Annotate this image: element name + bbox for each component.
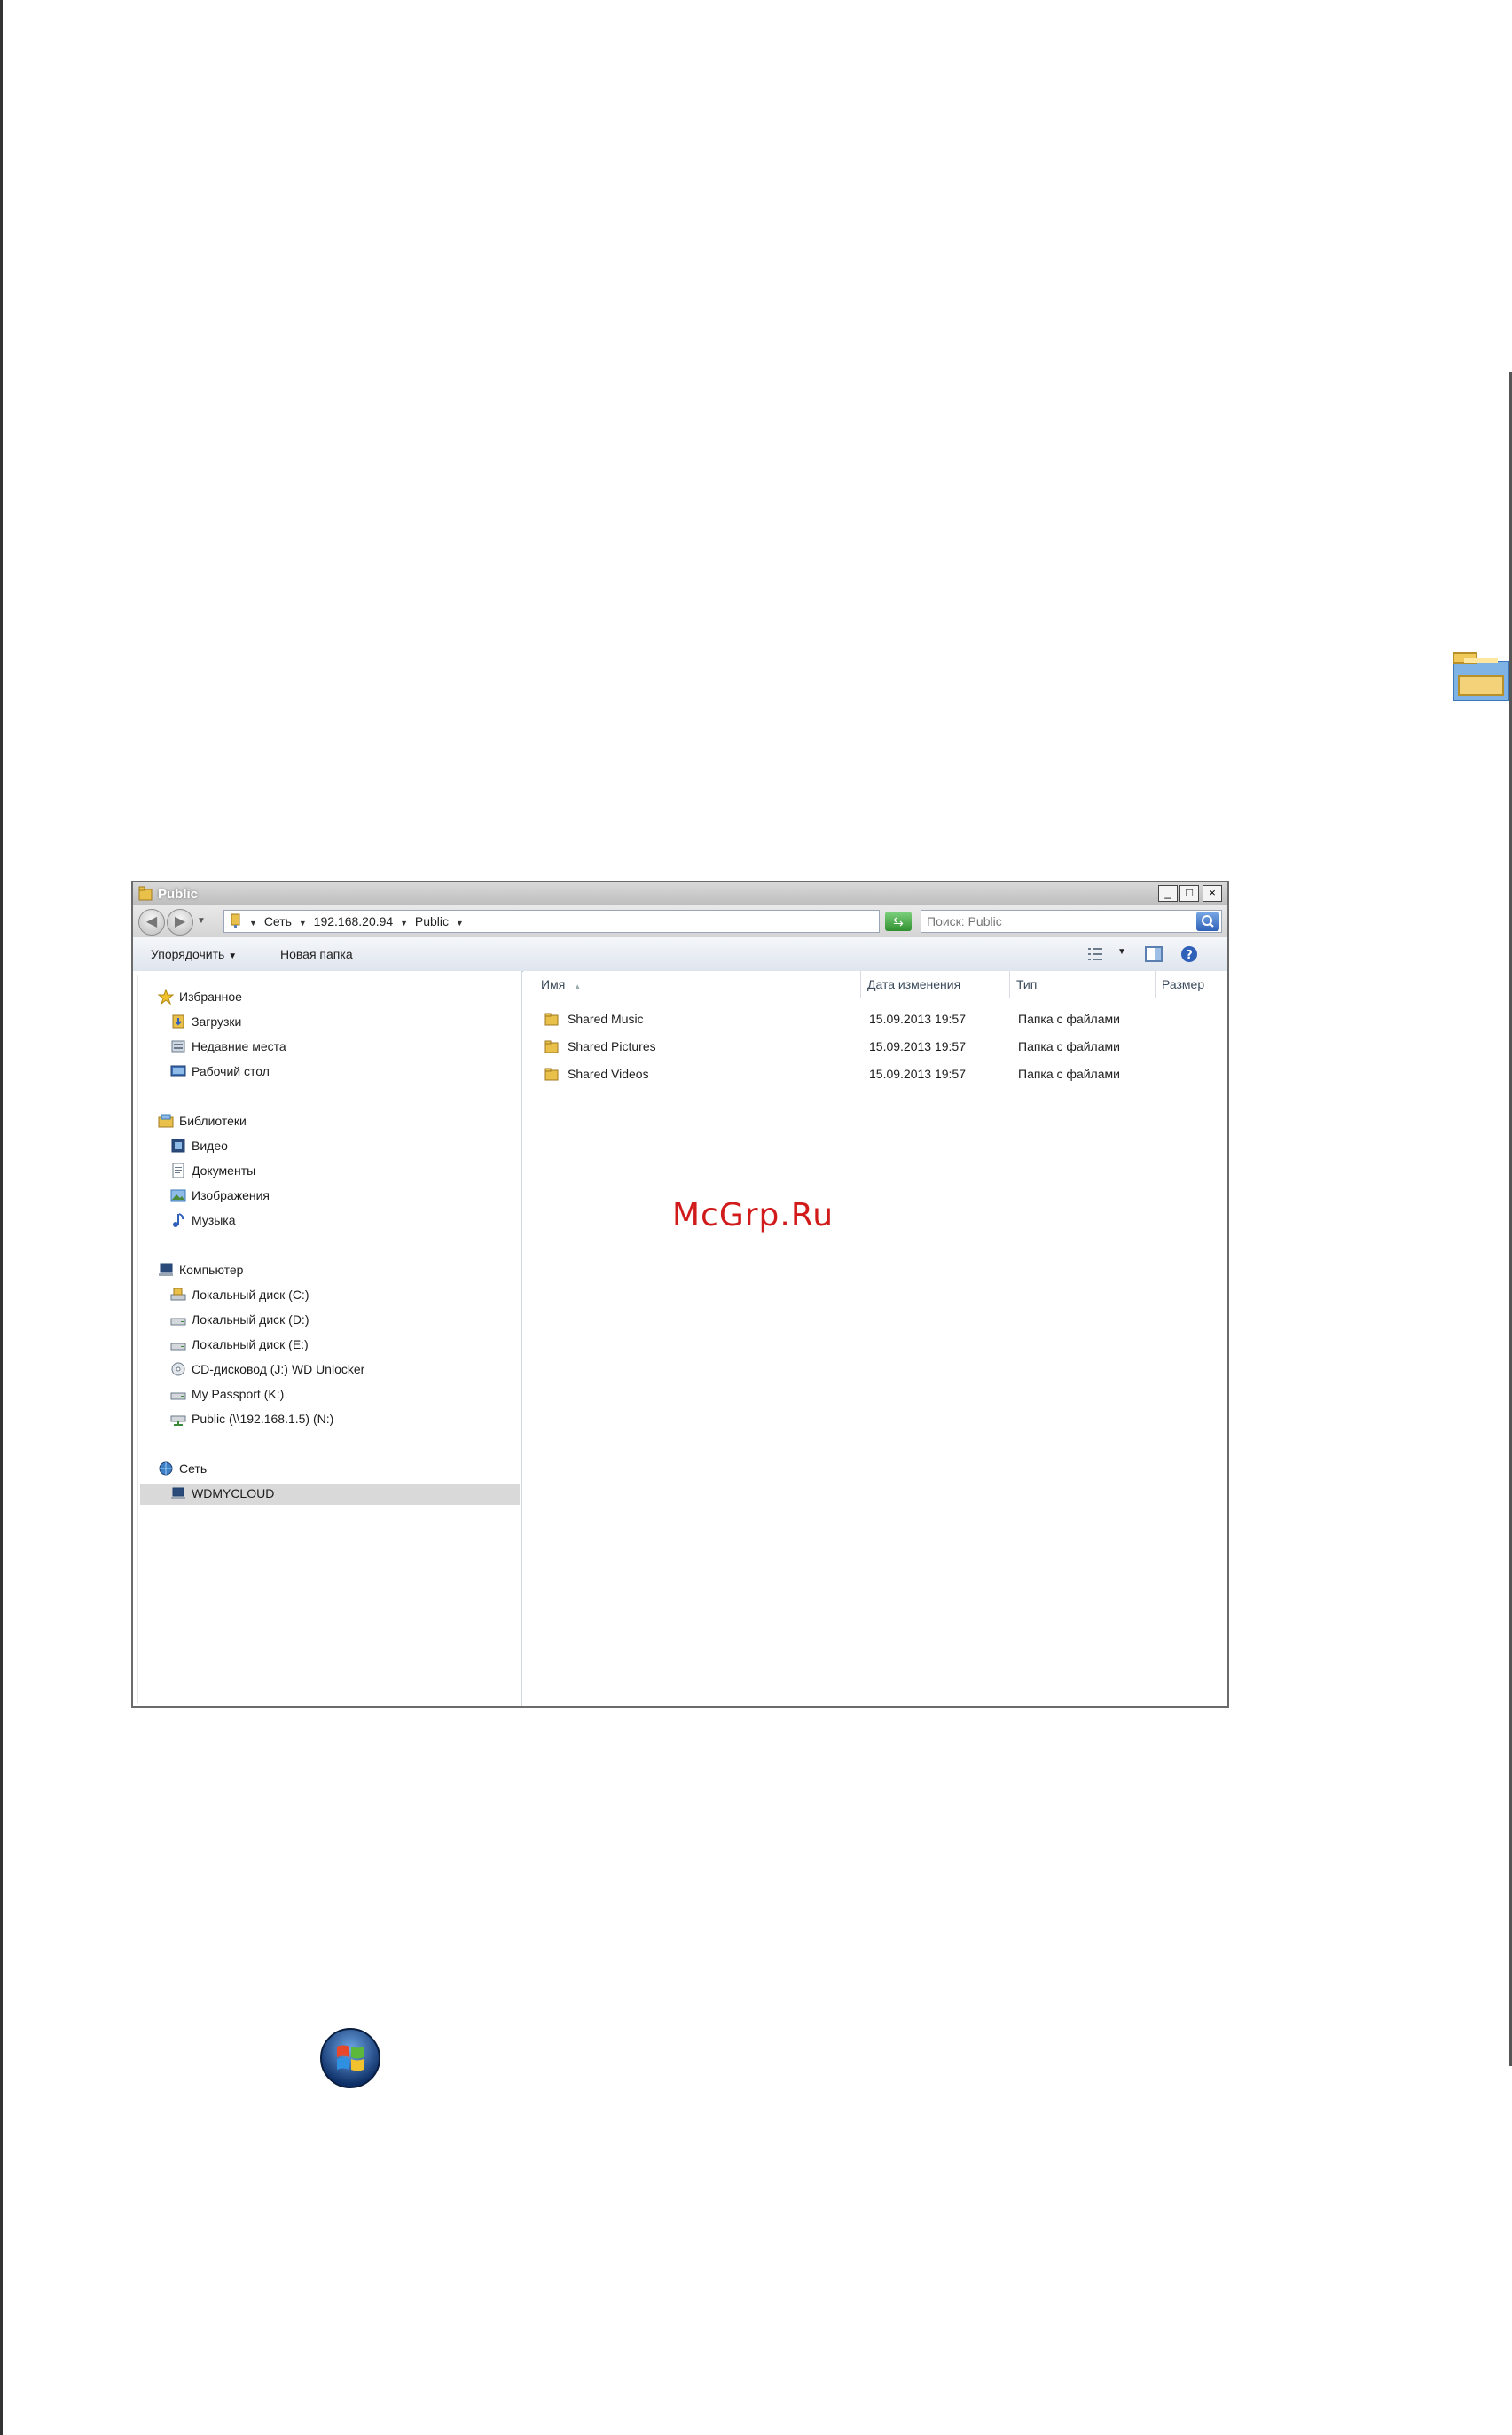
nav-item-recent-places[interactable]: Недавние места [170,1037,513,1058]
network-icon [159,1461,173,1476]
nav-item-desktop[interactable]: Рабочий стол [170,1061,513,1083]
pictures-icon [170,1189,186,1202]
help-icon[interactable]: ? [1179,944,1199,964]
file-row-shared-pictures[interactable]: Shared Pictures 15.09.2013 19:57 Папка с… [523,1034,1227,1061]
windows-start-icon [320,2028,380,2088]
view-options-icon[interactable] [1085,944,1105,964]
file-row-shared-videos[interactable]: Shared Videos 15.09.2013 19:57 Папка с ф… [523,1061,1227,1088]
nav-item-cd-drive-j[interactable]: CD-дисковод (J:) WD Unlocker [170,1359,513,1381]
navigation-pane: Избранное Загрузки Недавние места Рабочи… [133,971,522,1706]
network-share-icon [231,913,240,928]
file-list-pane: Имя ▲ Дата изменения Тип Размер Shared Mu… [523,971,1227,1706]
nav-item-downloads[interactable]: Загрузки [170,1012,513,1033]
maximize-button[interactable]: □ [1179,885,1199,902]
nav-item-video[interactable]: Видео [170,1136,513,1157]
column-date-modified[interactable]: Дата изменения [867,977,960,991]
close-button[interactable]: × [1203,885,1222,902]
column-size[interactable]: Размер [1162,977,1204,991]
column-separator[interactable] [1009,971,1010,998]
network-folder-icon [1453,652,1509,701]
nav-item-wdmycloud[interactable]: WDMYCLOUD [140,1484,520,1505]
nav-item-public-n[interactable]: Public (\\192.168.1.5) (N:) [170,1409,513,1430]
nav-group-favorites[interactable]: Избранное [158,987,513,1008]
nav-group-libraries[interactable]: Библиотеки [158,1111,513,1132]
breadcrumb-item-host[interactable]: 192.168.20.94 [314,914,394,928]
documents-icon [172,1163,184,1178]
minimize-button[interactable]: _ [1158,885,1178,902]
column-type[interactable]: Тип [1016,977,1037,991]
breadcrumb[interactable]: ▼ Сеть ▼ 192.168.20.94 ▼ Public ▼ ▼ [223,910,960,933]
column-name[interactable]: Имя ▲ [541,977,581,991]
drive-icon [170,1343,186,1351]
nav-item-music[interactable]: Музыка [170,1210,513,1232]
preview-pane-icon[interactable] [1144,944,1163,964]
music-icon [173,1213,184,1227]
computer-icon [159,1263,173,1276]
address-bar: ◀ ▶ ▼ ▼ Сеть ▼ 192.168.20.94 ▼ Public ▼ … [133,905,1227,938]
folder-icon [544,1013,559,1026]
explorer-window: Public _ □ × ◀ ▶ ▼ ▼ Сеть ▼ 192.168.20.9… [131,881,1229,1708]
history-dropdown-icon[interactable]: ▼ [197,916,206,926]
breadcrumb-path: ▼ Сеть ▼ 192.168.20.94 ▼ Public ▼ [249,914,467,928]
network-device-icon [171,1487,185,1499]
folder-icon [544,1040,559,1053]
nav-item-drive-d[interactable]: Локальный диск (D:) [170,1310,513,1331]
view-dropdown-icon[interactable]: ▼ [1117,947,1126,967]
folder-icon [544,1068,559,1081]
chevron-right-icon[interactable]: ▼ [400,919,408,928]
nav-item-pictures[interactable]: Изображения [170,1186,513,1207]
column-separator[interactable] [1155,971,1156,998]
nav-item-documents[interactable]: Документы [170,1161,513,1182]
column-header: Имя ▲ Дата изменения Тип Размер [523,971,1227,998]
star-icon [158,989,174,1005]
watermark: McGrp.Ru [672,1197,834,1233]
refresh-button[interactable]: ⇆ [885,912,912,931]
folder-icon [138,886,153,901]
nav-group-network[interactable]: Сеть [158,1459,513,1480]
window-title: Public [158,887,199,902]
new-folder-button[interactable]: Новая папка [280,947,353,961]
search-input[interactable] [927,912,1175,930]
column-separator[interactable] [860,971,861,998]
breadcrumb-item-public[interactable]: Public [415,914,449,928]
sort-arrow-icon: ▲ [574,983,582,990]
forward-button[interactable]: ▶ [167,909,193,936]
command-bar: Упорядочить ▼ Новая папка ▼ ? [133,937,1227,972]
drive-icon [170,1318,186,1326]
chevron-right-icon[interactable]: ▼ [456,919,464,928]
drive-icon [170,1288,186,1301]
chevron-right-icon[interactable]: ▼ [299,919,307,928]
video-icon [171,1139,185,1153]
organize-menu[interactable]: Упорядочить ▼ [151,947,237,961]
network-drive-icon [170,1415,186,1426]
nav-item-drive-e[interactable]: Локальный диск (E:) [170,1335,513,1356]
page-left-border [0,0,3,2435]
title-bar[interactable]: Public _ □ × [133,882,1227,906]
nav-scroll-edge [137,975,138,1703]
nav-group-computer[interactable]: Компьютер [158,1260,513,1281]
nav-item-drive-c[interactable]: Локальный диск (C:) [170,1285,513,1306]
libraries-icon [158,1114,174,1128]
recent-places-icon [171,1040,185,1053]
drive-icon [170,1392,186,1400]
breadcrumb-item-network[interactable]: Сеть [264,914,292,928]
back-button[interactable]: ◀ [138,909,165,936]
svg-text:?: ? [1186,949,1193,962]
search-icon[interactable] [1196,912,1219,931]
cd-drive-icon [171,1362,185,1376]
nav-item-my-passport-k[interactable]: My Passport (K:) [170,1384,513,1405]
downloads-icon [172,1014,184,1029]
file-row-shared-music[interactable]: Shared Music 15.09.2013 19:57 Папка с фа… [523,1006,1227,1033]
chevron-right-icon[interactable]: ▼ [249,919,257,928]
desktop-icon [170,1065,186,1077]
search-field[interactable] [921,910,1222,933]
